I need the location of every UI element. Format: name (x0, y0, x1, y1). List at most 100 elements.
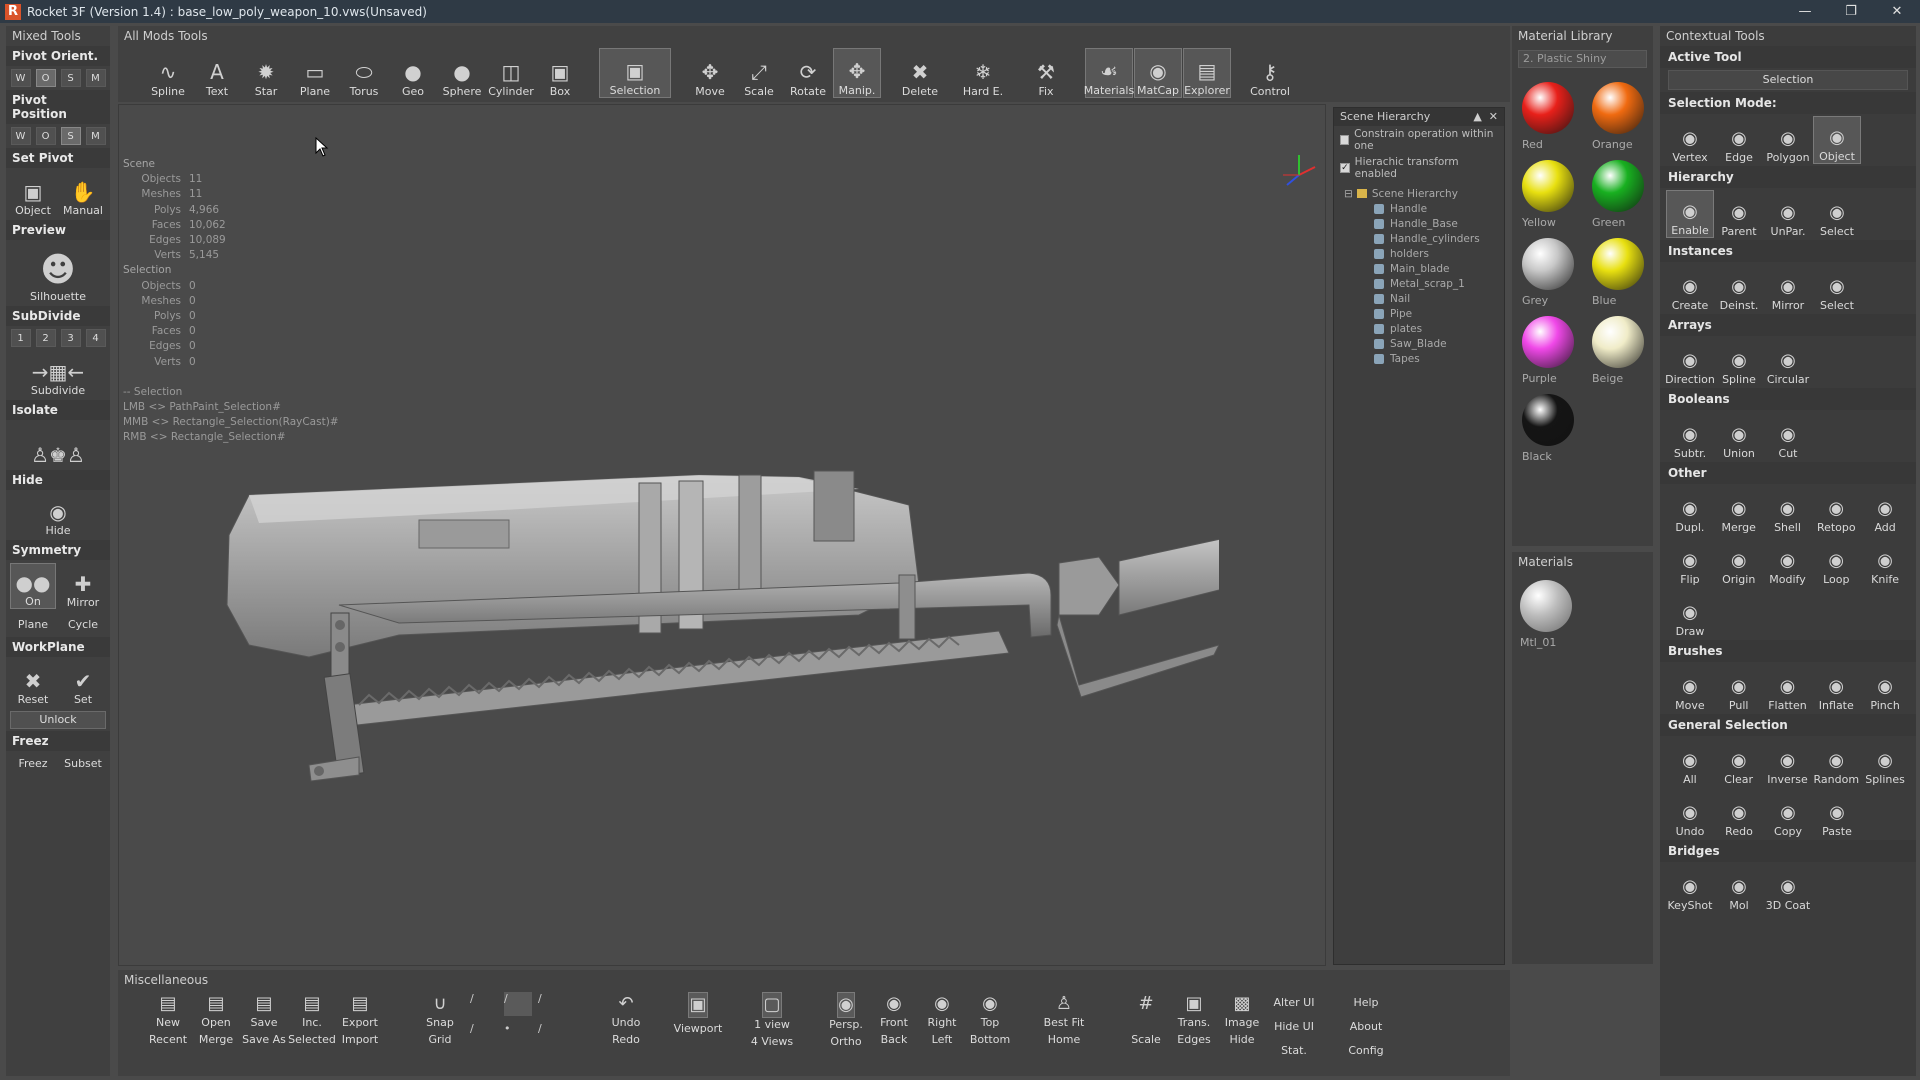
direction-button[interactable]: ◉ Direction (1665, 338, 1715, 386)
inverse-button[interactable]: ◉ Inverse (1764, 738, 1812, 786)
secondary-file-button[interactable]: Import (342, 1033, 379, 1046)
scale-tool-button[interactable]: ⤢ Scale (735, 48, 783, 98)
pivot-manual-button[interactable]: ✋ Manual (60, 171, 106, 217)
delete-tool-button[interactable]: ✖ Delete (896, 48, 944, 98)
edges-button[interactable]: Edges (1177, 1033, 1210, 1046)
snap-mode-icon[interactable]: ∕ (538, 992, 566, 1016)
unlock-button[interactable]: Unlock (10, 711, 106, 729)
snap-mode-icon[interactable]: ∕ (504, 992, 532, 1016)
deinst-button[interactable]: ◉ Deinst. (1715, 264, 1763, 312)
spline-button[interactable]: ◉ Spline (1715, 338, 1763, 386)
geo-tool-button[interactable]: ● Geo (389, 48, 437, 98)
material-ball-black[interactable] (1522, 394, 1574, 446)
one-view-button[interactable]: ▢ 1 view 4 Views (748, 992, 796, 1048)
hierarchic-transform-checkbox[interactable]: ✓ Hierachic transform enabled (1334, 154, 1504, 182)
flatten-button[interactable]: ◉ Flatten (1764, 664, 1812, 712)
secondary-file-button[interactable]: Recent (149, 1033, 187, 1046)
inflate-button[interactable]: ◉ Inflate (1812, 664, 1860, 712)
circular-button[interactable]: ◉ Circular (1764, 338, 1812, 386)
explorer-tool-button[interactable]: ▤ Explorer (1183, 48, 1231, 98)
plane-tool-button[interactable]: ▭ Plane (291, 48, 339, 98)
symmetry-on-button[interactable]: ●● On (10, 563, 56, 609)
hierarchy-item[interactable]: plates (1334, 321, 1504, 336)
view-secondary-button[interactable]: Left (932, 1033, 953, 1046)
3d-viewport[interactable]: Scene Objects 11 Meshes 11 Polys 4,966 Faces 10,… (118, 104, 1326, 966)
box-tool-button[interactable]: ▣ Box (536, 48, 584, 98)
trans-button[interactable]: ▣ Trans. Edges (1170, 992, 1218, 1046)
star-tool-button[interactable]: ✹ Star (242, 48, 290, 98)
subset-button[interactable]: Subset (60, 754, 106, 773)
secondary-file-button[interactable]: Selected (288, 1033, 336, 1046)
pinch-button[interactable]: ◉ Pinch (1861, 664, 1909, 712)
pin-icon[interactable]: ▲ (1473, 110, 1481, 123)
subdivide-level-2[interactable]: 2 (35, 329, 56, 347)
parent-button[interactable]: ◉ Parent (1715, 190, 1763, 238)
redo-button[interactable]: Redo (612, 1033, 640, 1046)
symmetry-plane-button[interactable]: Plane (10, 615, 56, 634)
silhouette-button[interactable]: ☻ Silhouette (10, 243, 106, 303)
open-file-button[interactable]: ▤ Open Merge (192, 992, 240, 1046)
origin-button[interactable]: ◉ Origin (1715, 538, 1763, 586)
pivot-option-w[interactable]: W (10, 69, 31, 87)
subdivide-button[interactable]: →▦← Subdivide (10, 353, 106, 397)
edge-button[interactable]: ◉ Edge (1715, 116, 1763, 164)
view-secondary-button[interactable]: Bottom (970, 1033, 1010, 1046)
flip-button[interactable]: ◉ Flip (1666, 538, 1714, 586)
secondary-file-button[interactable]: Merge (199, 1033, 233, 1046)
add-button[interactable]: ◉ Add (1861, 486, 1909, 534)
shell-button[interactable]: ◉ Shell (1764, 486, 1812, 534)
constrain-checkbox[interactable]: Constrain operation within one (1334, 126, 1504, 154)
clear-button[interactable]: ◉ Clear (1715, 738, 1763, 786)
material-ball-orange[interactable] (1592, 82, 1644, 134)
draw-button[interactable]: ◉ Draw (1666, 590, 1714, 638)
image-button[interactable]: ▩ Image Hide (1218, 992, 1266, 1046)
keyshot-button[interactable]: ◉ KeyShot (1666, 864, 1714, 912)
help-button[interactable]: About (1340, 1016, 1392, 1040)
material-ball-beige[interactable] (1592, 316, 1644, 368)
scale-button[interactable]: Scale (1131, 1033, 1161, 1046)
new-file-button[interactable]: ▤ New Recent (144, 992, 192, 1046)
weapon-model[interactable] (219, 465, 1219, 865)
hide-button[interactable]: ◉ Hide (10, 493, 106, 537)
hierarchy-item[interactable]: Handle_Base (1334, 216, 1504, 231)
four-views-button[interactable]: 4 Views (751, 1035, 793, 1048)
view-secondary-button[interactable]: Ortho (830, 1035, 861, 1048)
view-right-button[interactable]: ◉ Right Left (918, 992, 966, 1048)
hide-ui-toggle-button[interactable]: Hide (1229, 1033, 1254, 1046)
pivot-option-s[interactable]: S (60, 127, 81, 145)
mirror-button[interactable]: ◉ Mirror (1764, 264, 1812, 312)
hierarchy-item[interactable]: Nail (1334, 291, 1504, 306)
hierarchy-root[interactable]: ⊟ Scene Hierarchy (1334, 186, 1504, 201)
hierarchy-item[interactable]: Handle_cylinders (1334, 231, 1504, 246)
random-button[interactable]: ◉ Random (1812, 738, 1860, 786)
pivot-option-o[interactable]: O (35, 69, 56, 87)
view-front-button[interactable]: ◉ Front Back (870, 992, 918, 1048)
merge-button[interactable]: ◉ Merge (1715, 486, 1763, 534)
3d-coat-button[interactable]: ◉ 3D Coat (1764, 864, 1812, 912)
material-ball-yellow[interactable] (1522, 160, 1574, 212)
hierarchy-item[interactable]: holders (1334, 246, 1504, 261)
material-ball-blue[interactable] (1592, 238, 1644, 290)
redo-button[interactable]: ◉ Redo (1715, 790, 1763, 838)
all-button[interactable]: ◉ All (1666, 738, 1714, 786)
move-button[interactable]: ◉ Move (1666, 664, 1714, 712)
symmetry-mirror-button[interactable]: ✚ Mirror (60, 563, 106, 609)
dupl-button[interactable]: ◉ Dupl. (1666, 486, 1714, 534)
select-button[interactable]: ◉ Select (1813, 264, 1861, 312)
subtr-button[interactable]: ◉ Subtr. (1666, 412, 1714, 460)
sphere-tool-button[interactable]: ● Sphere (438, 48, 486, 98)
hierarchy-item[interactable]: Handle (1334, 201, 1504, 216)
knife-button[interactable]: ◉ Knife (1861, 538, 1909, 586)
help-button[interactable]: Config (1340, 1040, 1392, 1064)
move-tool-button[interactable]: ✥ Move (686, 48, 734, 98)
inc-file-button[interactable]: ▤ Inc. Selected (288, 992, 336, 1046)
save-file-button[interactable]: ▤ Save Save As (240, 992, 288, 1046)
isolate-button[interactable]: ♙♚♙ (10, 423, 106, 467)
copy-button[interactable]: ◉ Copy (1764, 790, 1812, 838)
material-preset-dropdown[interactable]: 2. Plastic Shiny (1518, 50, 1647, 68)
material-ball-purple[interactable] (1522, 316, 1574, 368)
selection-tool-button[interactable]: ▣ Selection (599, 48, 671, 98)
loop-button[interactable]: ◉ Loop (1812, 538, 1860, 586)
hierarchy-item[interactable]: Tapes (1334, 351, 1504, 366)
cylinder-tool-button[interactable]: ◫ Cylinder (487, 48, 535, 98)
